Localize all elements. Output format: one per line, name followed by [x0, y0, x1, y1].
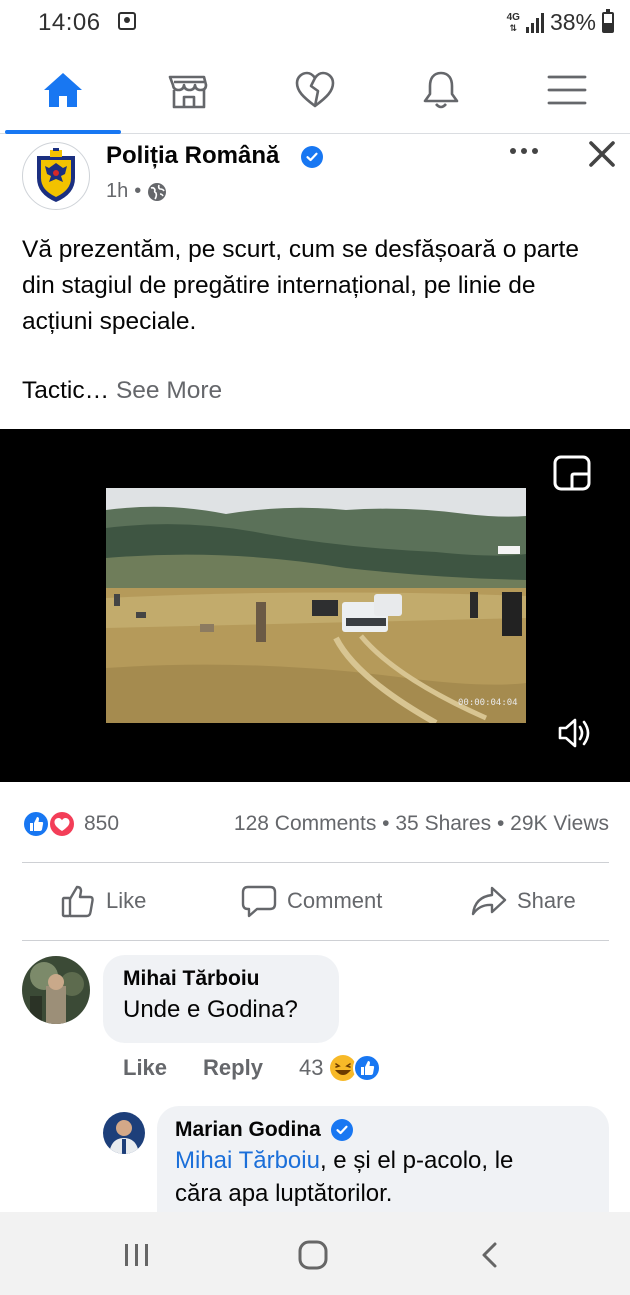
reply-text: Mihai Tărboiu, e și el p-acolo, le [175, 1144, 609, 1177]
menu-icon [547, 75, 587, 105]
more-options-icon[interactable] [510, 148, 538, 154]
thumbs-up-icon [61, 885, 94, 918]
nav-dating[interactable] [252, 46, 378, 134]
top-navigation [0, 46, 630, 134]
see-more-link[interactable]: See More [116, 377, 222, 404]
post-header: Poliția Română 1h • [0, 134, 630, 214]
video-timestamp: 00:00:04:04 [458, 698, 518, 708]
engagement-counts: 128 Comments • 35 Shares • 29K Views [234, 812, 609, 836]
volume-icon[interactable] [556, 714, 594, 752]
back-icon[interactable] [478, 1241, 502, 1269]
status-time: 14:06 [38, 9, 101, 36]
comment-bubble-icon [241, 885, 277, 918]
comment-like-button[interactable]: Like [123, 1055, 167, 1081]
comment-reaction-count[interactable]: 43 [299, 1055, 323, 1081]
video-frame[interactable]: 00:00:04:04 [106, 488, 526, 723]
notifications-bell-icon [423, 71, 459, 109]
comment-text: Unde e Godina? [123, 996, 298, 1023]
views-count: 29K Views [510, 812, 609, 835]
picture-in-picture-icon[interactable] [553, 455, 591, 491]
haha-reaction-icon [330, 1055, 357, 1081]
marketplace-icon [168, 75, 208, 109]
post-text-continued: Tactic… [22, 377, 110, 404]
reply-commenter-name[interactable]: Marian Godina [175, 1118, 321, 1142]
love-reaction-icon [48, 810, 76, 838]
system-navigation-bar [0, 1212, 630, 1295]
status-indicators: 4G ⇅ 38% [507, 9, 614, 36]
like-reaction-icon [353, 1054, 382, 1082]
verified-badge-icon [330, 1119, 353, 1141]
screen-recorder-icon [118, 12, 136, 30]
post-text: Vă prezentăm, pe scurt, cum se desfășoar… [22, 236, 579, 335]
close-icon[interactable] [586, 138, 618, 170]
post-meta: 1h • [106, 180, 167, 203]
share-arrow-icon [471, 886, 507, 916]
page-name[interactable]: Poliția Română [106, 142, 279, 170]
comments-count[interactable]: 128 Comments [234, 812, 376, 835]
share-label: Share [517, 888, 576, 913]
avatar-photo [103, 1112, 145, 1154]
avatar-photo [22, 956, 90, 1024]
nav-notifications[interactable] [378, 46, 504, 134]
comment-reactions[interactable] [327, 1054, 385, 1082]
signal-icon [525, 12, 544, 33]
reply-commenter-avatar[interactable] [103, 1112, 145, 1154]
commenter-name[interactable]: Mihai Tărboiu [123, 967, 339, 991]
post-stats: 850 128 Comments • 35 Shares • 29K Views [0, 805, 630, 843]
romanian-police-logo-icon [37, 148, 75, 202]
shares-count[interactable]: 35 Shares [395, 812, 491, 835]
meta-separator: • [134, 180, 142, 202]
comment-actions: Like Reply 43 [123, 1054, 385, 1082]
dating-heart-icon [295, 71, 335, 108]
recent-apps-icon[interactable] [122, 1242, 152, 1268]
post-text-truncated: Tactic… See More [22, 377, 222, 405]
comment-label: Comment [287, 888, 383, 913]
nav-marketplace[interactable] [126, 46, 252, 134]
nav-home[interactable] [0, 46, 126, 134]
commenter-avatar[interactable] [22, 956, 90, 1024]
comment-bubble[interactable]: Mihai Tărboiu Unde e Godina? [103, 955, 339, 1043]
network-icon: 4G ⇅ [506, 11, 520, 33]
reaction-count[interactable]: 850 [84, 812, 119, 836]
home-icon [44, 73, 82, 107]
reply-text-line2: căra apa luptătorilor. [175, 1180, 393, 1207]
like-reaction-icon [22, 810, 50, 838]
video-player[interactable]: 00:00:04:04 [0, 429, 630, 782]
like-button[interactable]: Like [60, 883, 146, 919]
mention-link[interactable]: Mihai Tărboiu [175, 1147, 320, 1174]
comment-reply-button[interactable]: Reply [203, 1055, 263, 1081]
like-label: Like [106, 888, 147, 913]
post-action-bar: Like Comment Share [0, 863, 630, 941]
battery-icon [602, 9, 614, 33]
status-bar: 14:06 4G ⇅ 38% [0, 0, 630, 46]
home-button-icon[interactable] [297, 1239, 329, 1271]
reply-text-part: , e și el p-acolo, le [319, 1147, 514, 1174]
video-thumbnail-image: 00:00:04:04 [106, 488, 526, 723]
verified-badge-icon [301, 146, 323, 168]
reaction-icons[interactable] [22, 810, 78, 838]
stats-separator: • [382, 812, 390, 835]
stats-separator: • [496, 812, 505, 835]
share-button[interactable]: Share [471, 883, 576, 919]
comment-button[interactable]: Comment [241, 883, 382, 919]
divider [22, 940, 609, 941]
nav-menu[interactable] [504, 46, 630, 134]
globe-icon [148, 182, 167, 201]
post-time[interactable]: 1h [106, 180, 128, 203]
battery-level: 38% [549, 9, 596, 35]
page-avatar[interactable] [22, 142, 90, 210]
